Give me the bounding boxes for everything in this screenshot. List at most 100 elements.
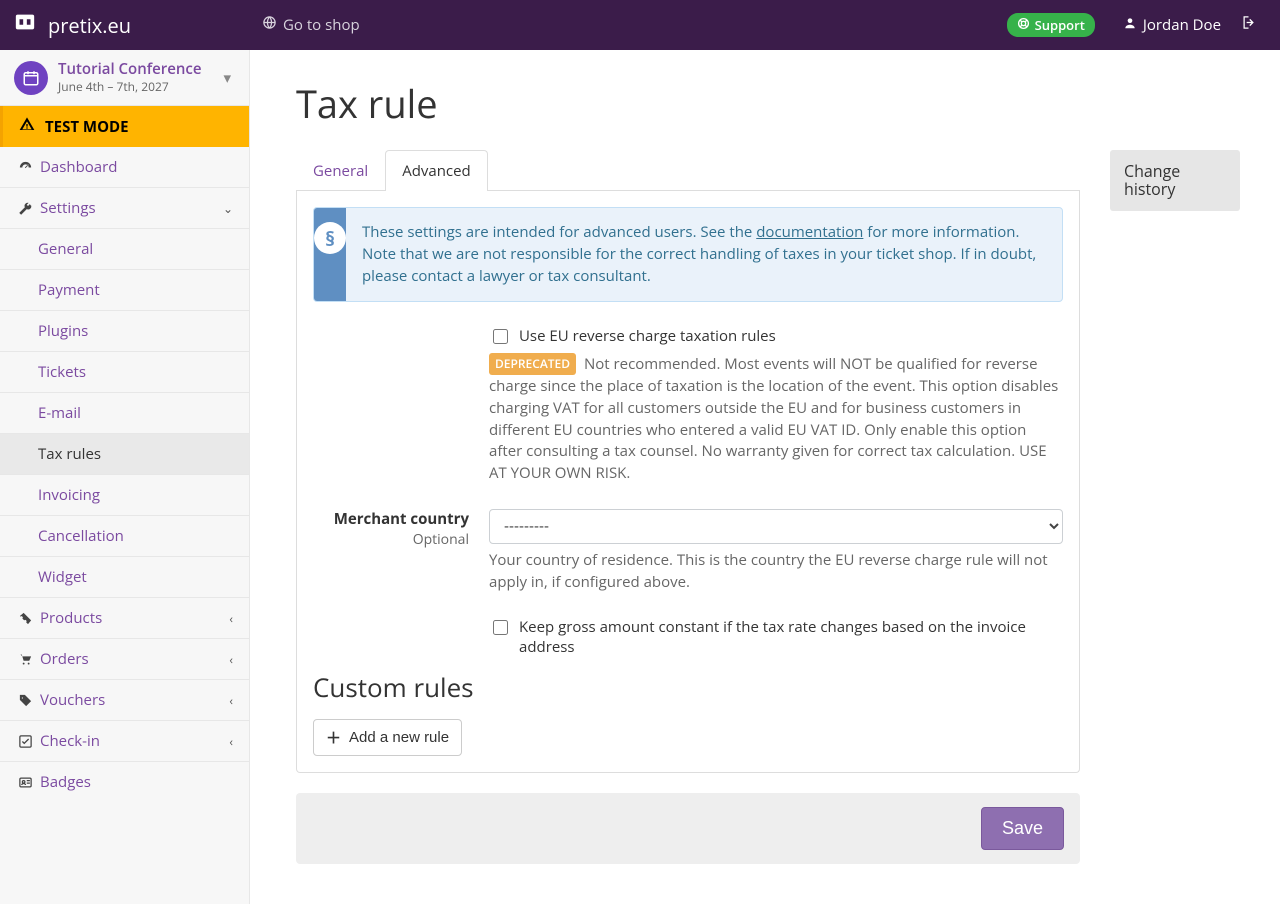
- reverse-charge-checkbox-row[interactable]: Use EU reverse charge taxation rules: [489, 326, 1063, 347]
- support-label: Support: [1035, 16, 1085, 34]
- tab-label: Advanced: [402, 161, 470, 181]
- sidebar-item-checkin[interactable]: Check-in ‹: [0, 721, 249, 761]
- sidebar-item-settings-general[interactable]: General: [0, 229, 249, 269]
- chevron-left-icon: ‹: [229, 651, 233, 668]
- wrench-icon: [16, 201, 34, 216]
- keep-gross-checkbox[interactable]: [493, 620, 508, 635]
- change-history-button[interactable]: Change history: [1110, 150, 1240, 211]
- logout-button[interactable]: [1231, 0, 1266, 50]
- cart-icon: [16, 652, 34, 667]
- sidebar-item-settings-cancellation[interactable]: Cancellation: [0, 516, 249, 556]
- chevron-left-icon: ‹: [229, 692, 233, 709]
- sidebar-item-label: Invoicing: [38, 485, 100, 505]
- sidebar-item-settings-widget[interactable]: Widget: [0, 557, 249, 597]
- sidebar-item-vouchers[interactable]: Vouchers ‹: [0, 680, 249, 720]
- sidebar-item-label: Badges: [40, 772, 91, 792]
- save-button[interactable]: Save: [981, 807, 1064, 850]
- info-text: These settings are intended for advanced…: [346, 208, 1062, 301]
- event-name: Tutorial Conference: [58, 60, 202, 78]
- sidebar-item-label: Payment: [38, 280, 100, 300]
- testmode-label: TEST MODE: [45, 117, 129, 137]
- support-button[interactable]: Support: [1007, 13, 1095, 37]
- documentation-label: documentation: [756, 222, 863, 242]
- sidebar-item-settings[interactable]: Settings ⌄: [0, 188, 249, 228]
- sidebar-item-label: Dashboard: [40, 157, 117, 177]
- chevron-left-icon: ‹: [229, 610, 233, 627]
- sidebar-item-label: Products: [40, 608, 102, 628]
- deprecated-badge: DEPRECATED: [489, 353, 576, 374]
- sidebar-item-label: Plugins: [38, 321, 88, 341]
- merchant-country-select[interactable]: ---------: [489, 509, 1063, 544]
- goto-shop-link[interactable]: Go to shop: [250, 0, 372, 50]
- save-label: Save: [1002, 818, 1043, 838]
- keep-gross-label: Keep gross amount constant if the tax ra…: [519, 617, 1063, 657]
- sidebar-item-label: Vouchers: [40, 690, 105, 710]
- sidebar-item-label: Tickets: [38, 362, 86, 382]
- optional-label: Optional: [413, 530, 469, 549]
- sidebar: Tutorial Conference June 4th – 7th, 2027…: [0, 50, 250, 904]
- sidebar-item-settings-plugins[interactable]: Plugins: [0, 311, 249, 351]
- brand-link[interactable]: pretix.eu: [14, 0, 250, 50]
- add-rule-button[interactable]: ＋ Add a new rule: [313, 719, 462, 756]
- reverse-charge-label: Use EU reverse charge taxation rules: [519, 326, 776, 346]
- main-content: Tax rule General Advanced §: [250, 50, 1280, 904]
- event-daterange: June 4th – 7th, 2027: [58, 78, 202, 95]
- sidebar-item-dashboard[interactable]: Dashboard: [0, 147, 249, 187]
- chevron-left-icon: ‹: [229, 733, 233, 750]
- sign-out-icon: [1241, 15, 1256, 35]
- sidebar-item-orders[interactable]: Orders ‹: [0, 639, 249, 679]
- merchant-country-label: Merchant country: [313, 509, 469, 529]
- tab-advanced[interactable]: Advanced: [385, 150, 487, 191]
- user-icon: [1123, 15, 1137, 35]
- warning-icon: [19, 116, 35, 137]
- tags-icon: [16, 693, 34, 708]
- external-link-icon: [262, 15, 277, 35]
- sidebar-item-settings-email[interactable]: E-mail: [0, 393, 249, 433]
- id-card-icon: [16, 775, 34, 790]
- info-callout: § These settings are intended for advanc…: [313, 207, 1063, 302]
- save-bar: Save: [296, 793, 1080, 864]
- chevron-down-icon: ⌄: [223, 200, 233, 217]
- sidebar-item-label: Settings: [40, 198, 96, 218]
- tab-label: General: [313, 161, 368, 181]
- username-label: Jordan Doe: [1143, 15, 1221, 35]
- sidebar-item-label: Check-in: [40, 731, 100, 751]
- life-ring-icon: [1017, 16, 1030, 34]
- tab-panel-advanced: § These settings are intended for advanc…: [296, 191, 1080, 773]
- caret-down-icon: ▾: [219, 68, 235, 88]
- ticket-icon: [16, 611, 34, 626]
- top-navbar: pretix.eu Go to shop Support: [0, 0, 1280, 50]
- change-history-label: Change history: [1124, 160, 1180, 200]
- plus-icon: ＋: [326, 727, 341, 748]
- sidebar-item-badges[interactable]: Badges: [0, 762, 249, 802]
- brand-logo-icon: [14, 11, 42, 39]
- documentation-link[interactable]: documentation: [756, 222, 863, 242]
- sidebar-item-settings-invoicing[interactable]: Invoicing: [0, 475, 249, 515]
- sidebar-item-products[interactable]: Products ‹: [0, 598, 249, 638]
- goto-shop-label: Go to shop: [283, 15, 360, 35]
- sidebar-item-label: Cancellation: [38, 526, 124, 546]
- sidebar-item-label: E-mail: [38, 403, 81, 423]
- section-sign-icon: §: [314, 222, 346, 254]
- tabs: General Advanced: [296, 150, 1080, 191]
- sidebar-item-label: Tax rules: [38, 444, 101, 464]
- brand-text: pretix.eu: [48, 12, 131, 39]
- sidebar-item-label: General: [38, 239, 93, 259]
- sidebar-item-label: Widget: [38, 567, 87, 587]
- reverse-charge-help: DEPRECATED Not recommended. Most events …: [489, 353, 1063, 485]
- tachometer-icon: [16, 160, 34, 175]
- user-menu[interactable]: Jordan Doe: [1113, 0, 1231, 50]
- merchant-country-help: Your country of residence. This is the c…: [489, 550, 1063, 594]
- keep-gross-checkbox-row[interactable]: Keep gross amount constant if the tax ra…: [489, 617, 1063, 657]
- custom-rules-heading: Custom rules: [313, 669, 1063, 705]
- sidebar-item-label: Orders: [40, 649, 89, 669]
- testmode-banner: TEST MODE: [0, 106, 249, 147]
- add-rule-label: Add a new rule: [349, 729, 449, 746]
- tab-general[interactable]: General: [296, 150, 385, 191]
- sidebar-item-settings-tickets[interactable]: Tickets: [0, 352, 249, 392]
- event-switcher[interactable]: Tutorial Conference June 4th – 7th, 2027…: [0, 50, 249, 106]
- reverse-charge-checkbox[interactable]: [493, 329, 508, 344]
- sidebar-item-settings-taxrules[interactable]: Tax rules: [0, 434, 249, 474]
- sidebar-item-settings-payment[interactable]: Payment: [0, 270, 249, 310]
- page-title: Tax rule: [296, 78, 1240, 130]
